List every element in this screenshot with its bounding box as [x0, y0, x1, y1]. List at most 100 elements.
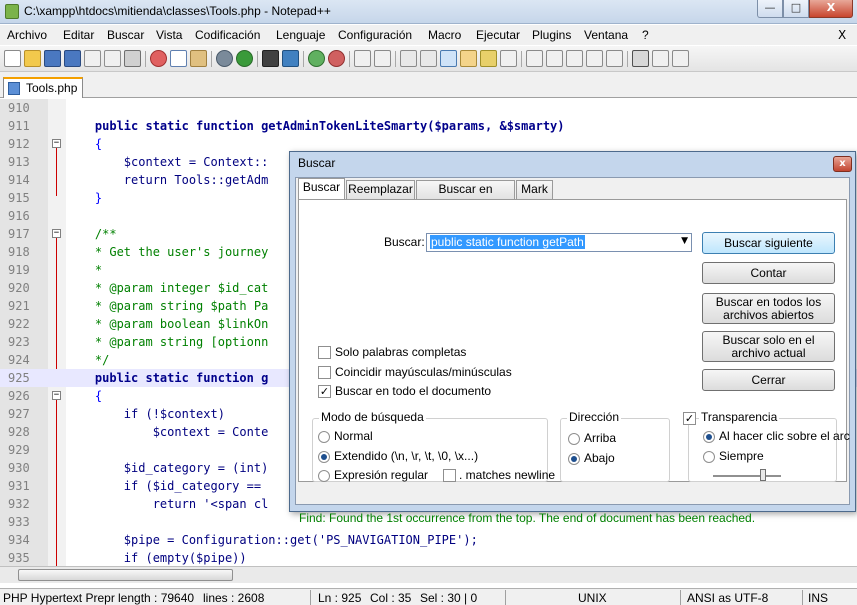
line-number: 919 [8, 263, 30, 277]
match-case-checkbox[interactable] [318, 366, 331, 379]
transparency-lose-focus-radio[interactable] [703, 431, 715, 443]
transparency-group: ✓ Transparencia Al hacer clic sobre el a… [683, 410, 850, 482]
menu-archivo[interactable]: Archivo [7, 28, 47, 42]
show-all-chars-icon[interactable] [420, 50, 437, 67]
minimize-button[interactable]: — [757, 0, 783, 18]
open-file-icon[interactable] [24, 50, 41, 67]
dialog-close-button[interactable]: x [833, 156, 852, 172]
play-multiple-icon[interactable] [586, 50, 603, 67]
menu-vista[interactable]: Vista [156, 28, 182, 42]
save-macro-icon[interactable] [606, 50, 623, 67]
record-macro-icon[interactable] [526, 50, 543, 67]
line-number: 926 [8, 389, 30, 403]
ds-icon[interactable] [632, 50, 649, 67]
line-number: 930 [8, 461, 30, 475]
stop-macro-icon[interactable] [546, 50, 563, 67]
copy-icon[interactable] [170, 50, 187, 67]
tab-buscar[interactable]: Buscar [298, 178, 345, 200]
find-all-open-button[interactable]: Buscar en todos los archivos abiertos [702, 293, 835, 324]
count-button[interactable]: Contar [702, 262, 835, 284]
wrap-around-checkbox[interactable]: ✓ [318, 385, 331, 398]
redo-icon[interactable] [236, 50, 253, 67]
folder-workspace-icon[interactable] [500, 50, 517, 67]
sync-h-icon[interactable] [374, 50, 391, 67]
mode-regex-radio[interactable] [318, 470, 330, 482]
code-text: if (empty($pipe)) [66, 551, 247, 565]
menu-help[interactable]: ? [642, 28, 649, 42]
horizontal-scrollbar[interactable] [0, 566, 857, 583]
status-separator [505, 590, 506, 605]
menu-codificacion[interactable]: Codificación [195, 28, 260, 42]
zoom-in-icon[interactable] [308, 50, 325, 67]
function-list-icon[interactable] [480, 50, 497, 67]
tab-tools-php[interactable]: Tools.php [3, 77, 83, 98]
save-icon[interactable] [44, 50, 61, 67]
chevron-down-icon[interactable]: ▼ [681, 236, 688, 246]
code-text: * @param string $path Pa [66, 299, 269, 313]
menu-ventana[interactable]: Ventana [584, 28, 628, 42]
zoom-out-icon[interactable] [328, 50, 345, 67]
cut-icon[interactable] [150, 50, 167, 67]
mode-extended-radio[interactable] [318, 451, 330, 463]
print-icon[interactable] [124, 50, 141, 67]
transparency-lose-focus-label: Al hacer clic sobre el arc [719, 429, 850, 443]
maximize-button[interactable]: □ [783, 0, 809, 18]
code-text: * @param string [optionn [66, 335, 269, 349]
find-icon[interactable] [262, 50, 279, 67]
direction-up-label: Arriba [584, 431, 617, 445]
menu-editar[interactable]: Editar [63, 28, 94, 42]
toolbar-separator [349, 51, 350, 67]
close-window-button[interactable]: X [809, 0, 853, 18]
close-icon[interactable] [84, 50, 101, 67]
close-button[interactable]: Cerrar [702, 369, 835, 391]
fold-toggle[interactable]: − [52, 139, 61, 148]
code-text: { [66, 137, 103, 151]
play-macro-icon[interactable] [566, 50, 583, 67]
new-file-icon[interactable] [4, 50, 21, 67]
fold-toggle[interactable]: − [52, 229, 61, 238]
fold-toggle[interactable]: − [52, 391, 61, 400]
search-mode-title: Modo de búsqueda [319, 410, 426, 424]
whole-word-checkbox[interactable] [318, 346, 331, 359]
matches-newline-checkbox[interactable] [443, 469, 456, 482]
toolbar-separator [627, 51, 628, 67]
direction-down-radio[interactable] [568, 453, 580, 465]
scrollbar-thumb[interactable] [18, 569, 233, 581]
code-text: * @param integer $id_cat [66, 281, 269, 295]
spellcheck-icon[interactable] [652, 50, 669, 67]
code-text: return Tools::getAdm [66, 173, 269, 187]
close-all-icon[interactable] [104, 50, 121, 67]
find-input[interactable]: public static function getPath ▼ [426, 233, 692, 252]
transparency-slider-thumb[interactable] [759, 469, 766, 481]
replace-icon[interactable] [282, 50, 299, 67]
undo-icon[interactable] [216, 50, 233, 67]
menu-plugins[interactable]: Plugins [532, 28, 571, 42]
menu-ejecutar[interactable]: Ejecutar [476, 28, 520, 42]
indent-guide-icon[interactable] [440, 50, 457, 67]
word-wrap-icon[interactable] [400, 50, 417, 67]
paste-icon[interactable] [190, 50, 207, 67]
tab-reemplazar[interactable]: Reemplazar [346, 180, 415, 199]
menu-lenguaje[interactable]: Lenguaje [276, 28, 325, 42]
mode-normal-radio[interactable] [318, 431, 330, 443]
doc-map-icon[interactable] [460, 50, 477, 67]
transparency-always-radio[interactable] [703, 451, 715, 463]
menu-macro[interactable]: Macro [428, 28, 461, 42]
sync-v-icon[interactable] [354, 50, 371, 67]
transparency-slider[interactable] [713, 475, 781, 477]
close-document-button[interactable]: X [838, 28, 846, 42]
find-in-current-button[interactable]: Buscar solo en el archivo actual [702, 331, 835, 362]
direction-up-radio[interactable] [568, 433, 580, 445]
menu-buscar[interactable]: Buscar [107, 28, 144, 42]
spellcheck-auto-icon[interactable] [672, 50, 689, 67]
find-next-button[interactable]: Buscar siguiente [702, 232, 835, 254]
transparency-title: Transparencia [699, 410, 780, 424]
toolbar-separator [395, 51, 396, 67]
transparency-checkbox[interactable]: ✓ [683, 412, 696, 425]
dialog-title: Buscar [298, 156, 336, 170]
tab-buscar-en-archivos[interactable]: Buscar en archivos [416, 180, 515, 213]
direction-group: Dirección Arriba Abajo [560, 410, 670, 482]
menu-configuracion[interactable]: Configuración [338, 28, 412, 42]
tab-mark[interactable]: Mark [516, 180, 553, 199]
save-all-icon[interactable] [64, 50, 81, 67]
